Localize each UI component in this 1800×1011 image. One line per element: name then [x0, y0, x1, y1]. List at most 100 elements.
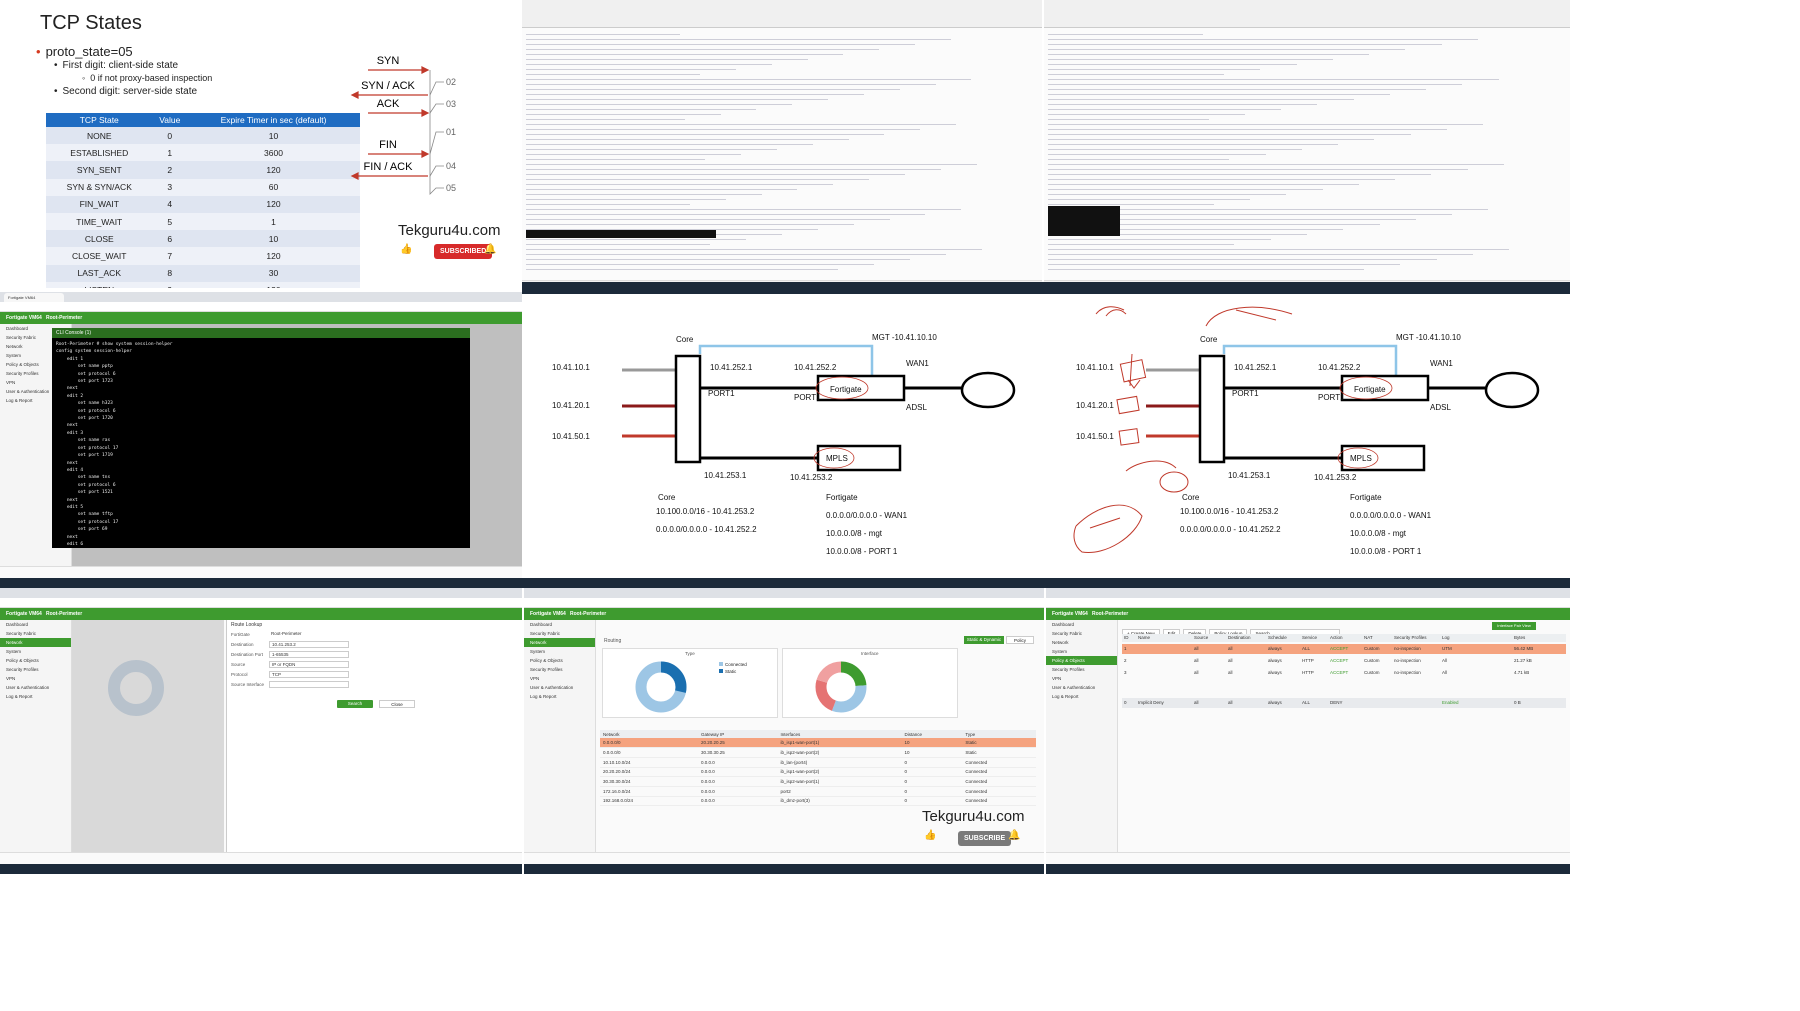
sidebar-item[interactable]: Policy & Objects	[0, 656, 71, 665]
sidebar-item[interactable]: Security Profiles	[524, 665, 595, 674]
routing-table-header[interactable]: Network	[600, 730, 699, 738]
sidebar-item[interactable]: System	[1046, 647, 1117, 656]
sidebar-item[interactable]: VPN	[524, 674, 595, 683]
windows-taskbar-4[interactable]	[1046, 864, 1570, 874]
address-bar[interactable]	[0, 302, 522, 312]
routing-table-row[interactable]: 0.0.0.0/0 30.30.30.25 ib_isp2-wan-port(2) 1…	[600, 747, 1036, 758]
policy-cell: HTTP	[1302, 658, 1314, 663]
terminal-toolbar-2[interactable]	[1044, 0, 1570, 28]
bell-icon-2[interactable]: 🔔	[1008, 830, 1020, 841]
routing-table-row[interactable]: 192.168.0.0/24 0.0.0.0 ib_dmz-port(3) 0 Conn…	[600, 796, 1036, 807]
search-button[interactable]: Search	[337, 700, 373, 708]
sidebar-item[interactable]: Policy & Objects	[524, 656, 595, 665]
address-bar-4[interactable]	[1046, 598, 1570, 608]
routing-table-header[interactable]: Interfaces	[777, 730, 902, 738]
sidebar-item[interactable]: Network	[0, 638, 71, 647]
tcp-table-cell: FIN_WAIT	[46, 195, 153, 213]
tab-policy[interactable]: Policy	[1006, 636, 1034, 644]
sidebar-item[interactable]: Log & Report	[0, 692, 71, 701]
policy-row[interactable]: 0 Implicit Deny all all always ALL DENY Enabled…	[1122, 698, 1566, 708]
sidebar-item[interactable]: Security Fabric	[524, 629, 595, 638]
lookup-field-input[interactable]: Root-Perimeter	[269, 631, 349, 638]
policy-row[interactable]: 1 all all always ALL ACCEPT Custom no-inspectio…	[1122, 644, 1566, 654]
sidebar-item[interactable]: System	[524, 647, 595, 656]
sidebar-item[interactable]: Policy & Objects	[1046, 656, 1117, 665]
sidebar-item[interactable]: Network	[1046, 638, 1117, 647]
policy-header-cell[interactable]: NAT	[1364, 634, 1373, 642]
type-legend-item: Static	[719, 668, 747, 675]
windows-taskbar-3[interactable]	[524, 864, 1044, 874]
thumbs-icon[interactable]: 👍	[400, 244, 412, 255]
policy-row[interactable]: 2 all all always HTTP ACCEPT Custom no-inspecti…	[1122, 656, 1566, 666]
windows-taskbar-top[interactable]	[522, 282, 1570, 294]
sidebar-item[interactable]: User & Authentication	[0, 683, 71, 692]
policy-header-cell[interactable]: Log	[1442, 634, 1450, 642]
sidebar-item[interactable]: Dashboard	[0, 620, 71, 629]
routing-table-header[interactable]: Type	[962, 730, 1036, 738]
core-switch	[1198, 354, 1226, 464]
diagram-label: 10.41.253.1	[704, 471, 747, 480]
routing-table-row[interactable]: 20.20.20.0/24 0.0.0.0 ib_isp1-wan-port(2) 0…	[600, 767, 1036, 778]
tcp-table-cell: SYN_SENT	[46, 161, 153, 179]
policy-row[interactable]: 3 all all always HTTP ACCEPT Custom no-inspecti…	[1122, 668, 1566, 678]
policy-cell: Implicit Deny	[1138, 700, 1164, 705]
sidebar-item[interactable]: VPN	[0, 674, 71, 683]
lookup-field-input[interactable]: 1-65535	[269, 651, 349, 658]
routing-table-row[interactable]: 30.30.30.0/24 0.0.0.0 ib_isp2-wan-port(1) 0…	[600, 776, 1036, 787]
windows-taskbar-diagram[interactable]	[522, 578, 1570, 588]
sidebar-item[interactable]: VPN	[1046, 674, 1117, 683]
tab-static-dynamic[interactable]: Static & Dynamic	[964, 636, 1004, 644]
windows-taskbar-2[interactable]	[0, 864, 522, 874]
sidebar-item[interactable]: Security Fabric	[1046, 629, 1117, 638]
routing-table-row[interactable]: 0.0.0.0/0 20.20.20.25 ib_isp1-wan-port(1) 1…	[600, 738, 1036, 749]
interface-donut-chart	[815, 661, 867, 713]
sidebar-item[interactable]: Log & Report	[1046, 692, 1117, 701]
sidebar-item[interactable]: Security Profiles	[1046, 665, 1117, 674]
tcp-table-row: SYN_SENT 2 120	[46, 161, 360, 179]
subscribe-button-2[interactable]: SUBSCRIBE	[958, 831, 1012, 846]
address-bar-3[interactable]	[524, 598, 1044, 608]
close-button[interactable]: Close	[379, 700, 415, 708]
routing-table-cell: ib_isp2-wan-port(2)	[777, 747, 902, 758]
routing-table-header[interactable]: Distance	[901, 730, 963, 738]
type-donut-chart	[635, 661, 687, 713]
sidebar-item[interactable]: Security Profiles	[0, 665, 71, 674]
routing-table-row[interactable]: 10.10.10.0/24 0.0.0.0 ib_lan-(port4) 0 Conne…	[600, 757, 1036, 768]
policy-header-cell[interactable]: Service	[1302, 634, 1317, 642]
browser-tab-active[interactable]: Fortigate VM64	[4, 293, 64, 302]
policy-toolbar: + Create NewEditDeletePolicy LookupSearc…	[1122, 622, 1343, 638]
lookup-field-input[interactable]: TCP	[269, 671, 349, 678]
policy-header-cell[interactable]: ID	[1124, 634, 1129, 642]
sidebar-item[interactable]: User & Authentication	[1046, 683, 1117, 692]
bell-icon[interactable]: 🔔	[484, 244, 496, 255]
routing-table-header[interactable]: Gateway IP	[698, 730, 778, 738]
cli-console[interactable]: Root-Perimeter # show system session-hel…	[52, 338, 470, 548]
sidebar-item[interactable]: Network	[524, 638, 595, 647]
lookup-field-input[interactable]: 10.41.253.2	[269, 641, 349, 648]
lookup-field-input[interactable]: IP or FQDN	[269, 661, 349, 668]
tcp-table-row: CLOSE 6 10	[46, 230, 360, 248]
terminal-output	[522, 28, 1042, 280]
sidebar-item[interactable]: System	[0, 647, 71, 656]
sidebar-item[interactable]: Dashboard	[524, 620, 595, 629]
policy-header-cell[interactable]: Schedule	[1268, 634, 1287, 642]
sidebar-item[interactable]: Dashboard	[1046, 620, 1117, 629]
policy-header-cell[interactable]: Action	[1330, 634, 1343, 642]
policy-header-cell[interactable]: Source	[1194, 634, 1208, 642]
policy-header-cell[interactable]: Destination	[1228, 634, 1251, 642]
tcp-table-cell: 0	[152, 127, 188, 145]
sidebar-item[interactable]: Security Fabric	[0, 629, 71, 638]
interface-pair-view-button[interactable]: Interface Pair View	[1492, 622, 1536, 630]
lookup-field-input[interactable]	[269, 681, 349, 688]
diagram-label: Fortigate	[1350, 493, 1382, 502]
routing-table-row[interactable]: 172.16.0.0/24 0.0.0.0 port2 0 Connected	[600, 786, 1036, 797]
windows-taskbar[interactable]	[0, 578, 522, 588]
terminal-toolbar[interactable]	[522, 0, 1042, 28]
policy-header-cell[interactable]: Name	[1138, 634, 1150, 642]
address-bar-2[interactable]	[0, 598, 522, 608]
policy-header-cell[interactable]: Bytes	[1514, 634, 1525, 642]
thumbs-icon-2[interactable]: 👍	[924, 830, 936, 841]
sidebar-item[interactable]: Log & Report	[524, 692, 595, 701]
policy-header-cell[interactable]: Security Profiles	[1394, 634, 1427, 642]
sidebar-item[interactable]: User & Authentication	[524, 683, 595, 692]
